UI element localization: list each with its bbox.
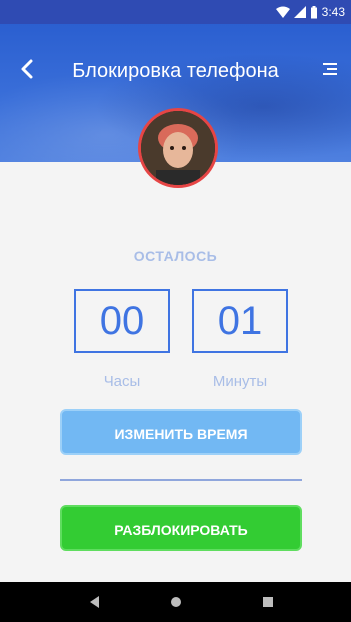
back-triangle-icon[interactable] <box>87 594 103 610</box>
home-circle-icon[interactable] <box>168 594 184 610</box>
remaining-label: ОСТАЛОСЬ <box>133 248 218 264</box>
status-bar: 3:43 <box>0 0 351 24</box>
battery-icon <box>310 5 317 18</box>
unlock-button[interactable]: РАЗБЛОКИРОВАТЬ <box>60 505 302 551</box>
status-time: 3:43 <box>321 5 345 19</box>
minutes-label: Минуты <box>212 373 268 390</box>
page-title: Блокировка телефона <box>72 60 279 82</box>
divider <box>60 479 302 481</box>
menu-icon[interactable] <box>321 60 339 78</box>
change-time-button[interactable]: ИЗМЕНИТЬ ВРЕМЯ <box>60 409 302 455</box>
status-icons: 3:43 <box>275 5 345 19</box>
hours-label: Часы <box>103 373 141 390</box>
avatar <box>126 108 230 188</box>
hours-value: 00 <box>74 289 170 353</box>
navigation-bar <box>0 582 351 622</box>
wifi-icon <box>275 6 290 18</box>
signal-icon <box>293 6 306 18</box>
recents-square-icon[interactable] <box>260 594 276 610</box>
minutes-value: 01 <box>192 289 288 353</box>
avatar-photo <box>138 108 218 188</box>
